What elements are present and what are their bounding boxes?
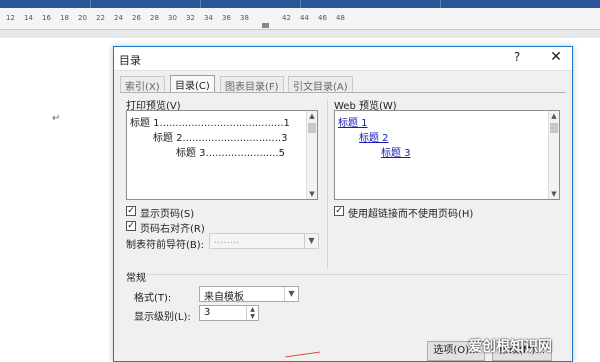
- print-preview-scrollbar[interactable]: ▲ ▼: [306, 111, 317, 199]
- ribbon-tab[interactable]: [200, 0, 201, 8]
- use-hyperlinks-checkbox[interactable]: ✓: [334, 206, 344, 216]
- chevron-down-icon: ▼: [284, 287, 298, 301]
- close-button[interactable]: ✕: [546, 49, 566, 69]
- print-preview-line: 标题 1....................................…: [130, 118, 290, 129]
- scroll-up-icon[interactable]: ▲: [549, 111, 559, 121]
- ruler-tick: 38: [240, 14, 249, 22]
- tab-divider: [120, 92, 566, 93]
- watermark-logo: 爱创根知识网: [468, 339, 552, 355]
- chevron-down-icon: ▼: [304, 234, 318, 248]
- show-page-numbers-label: 显示页码(S): [140, 209, 195, 220]
- web-preview-scrollbar[interactable]: ▲ ▼: [548, 111, 559, 199]
- ruler-tick: 16: [42, 14, 51, 22]
- levels-label: 显示级别(L):: [134, 312, 191, 323]
- tab-leader-select[interactable]: ........ ▼: [209, 233, 319, 249]
- scroll-up-icon[interactable]: ▲: [307, 111, 317, 121]
- ruler-tick: 42: [282, 14, 291, 22]
- show-page-numbers-checkbox[interactable]: ✓: [126, 206, 136, 216]
- paragraph-mark: ↵: [52, 113, 61, 124]
- scroll-thumb[interactable]: [550, 123, 558, 133]
- indent-marker[interactable]: [262, 23, 269, 28]
- ribbon-strip: [0, 0, 600, 8]
- levels-value: 3: [204, 307, 211, 318]
- use-hyperlinks-label: 使用超链接而不使用页码(H): [348, 209, 474, 220]
- tab-leader-label: 制表符前导符(B):: [126, 240, 205, 251]
- levels-stepper[interactable]: ▲ ▼: [246, 306, 258, 320]
- dialog-title: 目录: [119, 54, 141, 67]
- ruler-tick: 18: [60, 14, 69, 22]
- levels-input[interactable]: 3 ▲ ▼: [199, 305, 259, 321]
- web-preview-link[interactable]: 标题 1: [338, 114, 368, 129]
- ribbon-tab[interactable]: [440, 0, 441, 8]
- web-preview-link[interactable]: 标题 3: [381, 144, 411, 159]
- ruler-tick: 24: [114, 14, 123, 22]
- scroll-thumb[interactable]: [308, 123, 316, 133]
- tab-toc[interactable]: 目录(C): [170, 75, 215, 93]
- ruler-tick: 36: [222, 14, 231, 22]
- ruler-tick: 28: [150, 14, 159, 22]
- ruler-tick: 46: [318, 14, 327, 22]
- ruler-tick: 12: [6, 14, 15, 22]
- tab-leader-value: ........: [214, 235, 240, 246]
- toc-dialog: 目录 ? ✕ 索引(X) 目录(C) 图表目录(F) 引文目录(A) 打印预览(…: [113, 46, 573, 362]
- right-align-label: 页码右对齐(R): [140, 224, 205, 235]
- ruler-tick: 32: [186, 14, 195, 22]
- web-preview-box: 标题 1 标题 2 标题 3 ▲ ▼: [334, 110, 560, 200]
- tab-index[interactable]: 索引(X): [120, 76, 165, 93]
- ribbon-tab[interactable]: [300, 0, 301, 8]
- right-align-checkbox[interactable]: ✓: [126, 221, 136, 231]
- general-heading: 常规: [126, 273, 146, 284]
- general-divider: [147, 274, 567, 275]
- scroll-down-icon[interactable]: ▼: [549, 189, 559, 199]
- ruler-tick: 30: [168, 14, 177, 22]
- help-button[interactable]: ?: [507, 50, 527, 68]
- dialog-titlebar[interactable]: 目录 ? ✕: [114, 47, 572, 71]
- tab-figures[interactable]: 图表目录(F): [220, 76, 284, 93]
- print-preview-box: 标题 1....................................…: [126, 110, 318, 200]
- tab-authorities[interactable]: 引文目录(A): [288, 76, 353, 93]
- ruler-tick: 22: [96, 14, 105, 22]
- ruler-tick: 34: [204, 14, 213, 22]
- print-preview-line: 标题 2...............................3: [153, 133, 288, 144]
- ruler-tick: 44: [300, 14, 309, 22]
- horizontal-ruler[interactable]: 12 14 16 18 20 22 24 26 28 30 32 34 36 3…: [0, 8, 600, 30]
- print-preview-line: 标题 3.......................5: [176, 148, 286, 159]
- format-label: 格式(T):: [134, 293, 172, 304]
- ruler-tick: 26: [132, 14, 141, 22]
- ruler-tick: 14: [24, 14, 33, 22]
- document-page[interactable]: [0, 38, 105, 362]
- format-value: 来自模板: [204, 292, 244, 303]
- ruler-tick: 20: [78, 14, 87, 22]
- column-separator: [327, 99, 328, 269]
- format-select[interactable]: 来自模板 ▼: [199, 286, 299, 303]
- web-preview-link[interactable]: 标题 2: [359, 129, 389, 144]
- scroll-down-icon[interactable]: ▼: [307, 189, 317, 199]
- ruler-tick: 48: [336, 14, 345, 22]
- ribbon-tab[interactable]: [90, 0, 91, 8]
